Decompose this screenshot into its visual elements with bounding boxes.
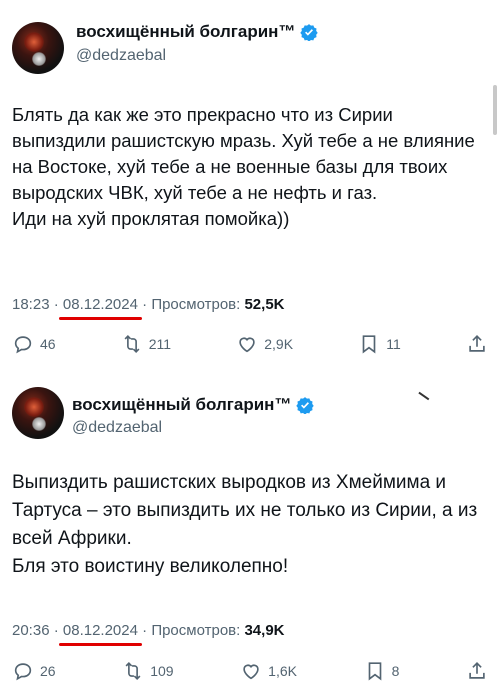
author-name[interactable]: восхищённый болгарин™ bbox=[72, 395, 291, 415]
author-row[interactable]: восхищённый болгарин™ bbox=[76, 22, 319, 42]
tweet-actions: 26 109 1,6K 8 bbox=[12, 660, 488, 682]
tweet-2: восхищённый болгарин™ @dedzaebal Выпизди… bbox=[0, 365, 500, 700]
tweet-meta: 20:36 · 08.12.2024 · Просмотров: 34,9K bbox=[12, 622, 285, 639]
reply-count: 26 bbox=[40, 663, 56, 679]
tweet-text-line: Блять да как же это прекрасно что из Сир… bbox=[12, 104, 475, 203]
reply-button[interactable]: 26 bbox=[12, 660, 56, 682]
bookmark-button[interactable]: 11 bbox=[358, 333, 401, 355]
author-row[interactable]: восхищённый болгарин™ bbox=[72, 395, 315, 415]
like-button[interactable]: 1,6K bbox=[240, 660, 297, 682]
reply-icon bbox=[14, 663, 32, 681]
verified-badge-icon bbox=[296, 397, 315, 414]
tweet-time[interactable]: 20:36 bbox=[12, 622, 50, 639]
retweet-count: 211 bbox=[148, 336, 172, 352]
retweet-icon bbox=[124, 335, 140, 353]
reply-icon bbox=[14, 336, 32, 354]
tweet-actions: 46 211 2,9K 11 bbox=[12, 333, 488, 355]
views-count: 34,9K bbox=[244, 622, 285, 639]
views-label: Просмотров: bbox=[151, 296, 241, 313]
like-count: 1,6K bbox=[268, 663, 297, 679]
bookmark-icon bbox=[368, 662, 381, 681]
scrollbar[interactable] bbox=[493, 85, 497, 135]
share-button[interactable] bbox=[466, 333, 488, 355]
like-count: 2,9K bbox=[264, 336, 294, 352]
author-name[interactable]: восхищённый болгарин™ bbox=[76, 22, 295, 42]
views-count: 52,5K bbox=[244, 296, 285, 313]
retweet-button[interactable]: 109 bbox=[122, 660, 174, 682]
heart-icon bbox=[239, 337, 255, 353]
reply-button[interactable]: 46 bbox=[12, 333, 56, 355]
tweet-time[interactable]: 18:23 bbox=[12, 296, 50, 313]
bookmark-count: 11 bbox=[386, 336, 401, 352]
share-button[interactable] bbox=[466, 660, 488, 682]
tweet-text-line: Выпиздить рашистских выродков из Хмеймим… bbox=[12, 472, 478, 549]
author-handle[interactable]: @dedzaebal bbox=[76, 47, 166, 65]
bookmark-button[interactable]: 8 bbox=[364, 660, 400, 682]
heart-icon bbox=[243, 664, 259, 680]
author-handle[interactable]: @dedzaebal bbox=[72, 419, 162, 437]
tweet-date[interactable]: 08.12.2024 bbox=[63, 296, 138, 313]
views-label: Просмотров: bbox=[151, 622, 241, 639]
tweet-1: восхищённый болгарин™ @dedzaebal Блять д… bbox=[0, 0, 500, 365]
tweet-date[interactable]: 08.12.2024 bbox=[63, 622, 138, 639]
tweet-text-line: Бля это воистину великолепно! bbox=[12, 556, 289, 577]
bookmark-count: 8 bbox=[391, 663, 400, 679]
avatar[interactable] bbox=[12, 387, 64, 439]
like-button[interactable]: 2,9K bbox=[236, 333, 293, 355]
retweet-icon bbox=[125, 662, 141, 680]
tweet-text-line: Иди на хуй проклятая помойка)) bbox=[12, 208, 290, 229]
bookmark-icon bbox=[362, 335, 376, 354]
tweet-text: Выпиздить рашистских выродков из Хмеймим… bbox=[12, 469, 488, 581]
share-icon bbox=[469, 662, 485, 679]
retweet-count: 109 bbox=[150, 663, 174, 679]
reply-count: 46 bbox=[40, 336, 56, 352]
avatar[interactable] bbox=[12, 22, 64, 74]
verified-badge-icon bbox=[300, 24, 319, 41]
retweet-button[interactable]: 211 bbox=[121, 333, 171, 355]
tweet-meta: 18:23 · 08.12.2024 · Просмотров: 52,5K bbox=[12, 296, 285, 313]
tweet-text: Блять да как же это прекрасно что из Сир… bbox=[12, 102, 488, 232]
share-icon bbox=[469, 335, 485, 352]
